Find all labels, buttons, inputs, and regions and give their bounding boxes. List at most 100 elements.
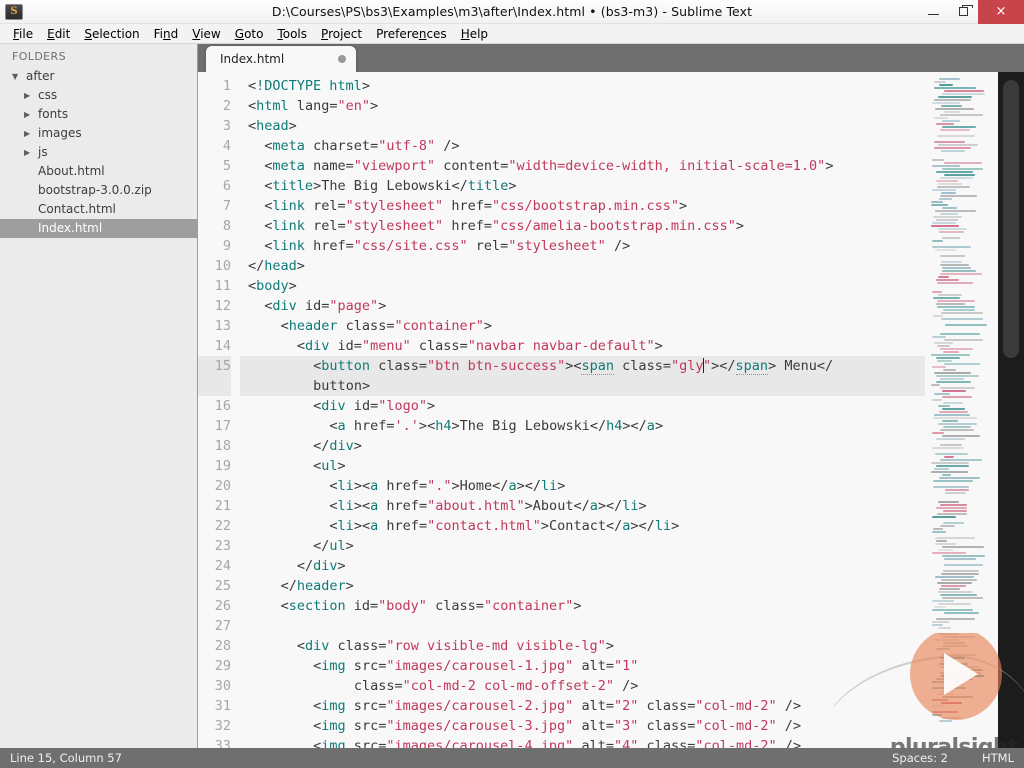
code-line[interactable]: <html lang="en">	[240, 96, 1024, 116]
minimap-line	[944, 174, 976, 176]
code-line[interactable]: <title>The Big Lebowski</title>	[240, 176, 1024, 196]
unsaved-changes-icon[interactable]	[338, 55, 346, 63]
code-text-area[interactable]: <!DOCTYPE html> <html lang="en"> <head> <m…	[240, 72, 1024, 748]
editor-pane[interactable]: 1 2 3 4 5 6 7 8 9 10 11 12 13 14 15 16 17 18 19 20 21 22 23 24…	[198, 72, 1024, 748]
chevron-right-icon[interactable]: ▶	[24, 124, 38, 143]
minimap-line	[936, 303, 966, 305]
folders-header: FOLDERS	[12, 50, 66, 63]
menu-item-edit[interactable]: Edit	[40, 24, 77, 44]
minimap-scrollbar-track[interactable]	[998, 72, 1024, 748]
menu-item-selection[interactable]: Selection	[77, 24, 146, 44]
menu-item-help[interactable]: Help	[454, 24, 495, 44]
syntax-status[interactable]: HTML	[982, 751, 1014, 765]
code-line[interactable]: <button class="btn btn-success"><span cl…	[240, 356, 1024, 376]
code-line[interactable]: <head>	[240, 116, 1024, 136]
restore-button[interactable]	[948, 0, 978, 24]
tree-file-bootstrap-3-0-0-zip[interactable]: bootstrap-3.0.0.zip	[0, 181, 197, 200]
minimap-line	[936, 507, 967, 509]
minimap-line	[938, 423, 977, 425]
code-line[interactable]: </header>	[240, 576, 1024, 596]
code-line[interactable]: <link href="css/site.css" rel="styleshee…	[240, 236, 1024, 256]
chevron-down-icon[interactable]: ▼	[12, 67, 26, 86]
code-line[interactable]: </div>	[240, 556, 1024, 576]
code-line[interactable]: <li><a href=".">Home</a></li>	[240, 476, 1024, 496]
code-line[interactable]	[240, 616, 1024, 636]
sidebar-file-tree: FOLDERS ▼ after ▶ css ▶ fonts ▶ images ▶ js About.…	[0, 44, 198, 748]
sublime-app-icon: S	[5, 3, 23, 20]
tab-index-html[interactable]: Index.html	[206, 46, 356, 72]
code-line[interactable]: <div id="menu" class="navbar navbar-defa…	[240, 336, 1024, 356]
code-line[interactable]: class="col-md-2 col-md-offset-2" />	[240, 676, 1024, 696]
scrollbar-thumb[interactable]	[1003, 80, 1019, 358]
minimap-line	[938, 144, 978, 146]
minimap-line	[940, 429, 974, 431]
minimap-line	[935, 375, 979, 377]
indentation-status[interactable]: Spaces: 2	[892, 751, 948, 765]
tree-folder-images[interactable]: ▶ images	[0, 124, 197, 143]
minimize-button[interactable]	[918, 0, 948, 24]
chevron-right-icon[interactable]: ▶	[24, 105, 38, 124]
minimap-line	[932, 246, 971, 248]
minimap[interactable]	[925, 72, 1024, 748]
minimap-line	[931, 609, 974, 611]
code-line[interactable]: <li><a href="about.html">About</a></li>	[240, 496, 1024, 516]
tree-file-contact-html[interactable]: Contact.html	[0, 200, 197, 219]
minimap-line	[931, 705, 944, 707]
minimap-line	[934, 147, 972, 149]
code-line[interactable]: <link rel="stylesheet" href="css/amelia-…	[240, 216, 1024, 236]
minimap-line	[936, 618, 975, 620]
code-line[interactable]: <section id="body" class="container">	[240, 596, 1024, 616]
minimap-line	[939, 231, 965, 233]
minimap-line	[933, 414, 970, 416]
menu-item-preferences[interactable]: Preferences	[369, 24, 454, 44]
code-line[interactable]: <div id="page">	[240, 296, 1024, 316]
line-number: 23	[214, 538, 231, 554]
menu-item-goto[interactable]: Goto	[228, 24, 271, 44]
code-line[interactable]: </div>	[240, 436, 1024, 456]
minimap-line	[939, 129, 970, 131]
code-line[interactable]: <div id="logo">	[240, 396, 1024, 416]
tree-item-label: About.html	[38, 164, 105, 178]
chevron-right-icon[interactable]: ▶	[24, 86, 38, 105]
code-line[interactable]: <li><a href="contact.html">Contact</a></…	[240, 516, 1024, 536]
code-line[interactable]: </ul>	[240, 536, 1024, 556]
close-button[interactable]: ×	[978, 0, 1024, 24]
code-line[interactable]: <!DOCTYPE html>	[240, 76, 1024, 96]
code-line[interactable]: <img src="images/carousel-3.jpg" alt="3"…	[240, 716, 1024, 736]
minimap-line	[938, 549, 954, 551]
menu-item-tools[interactable]: Tools	[270, 24, 314, 44]
code-line[interactable]: <header class="container">	[240, 316, 1024, 336]
minimap-line	[941, 675, 984, 677]
menu-item-project[interactable]: Project	[314, 24, 369, 44]
code-line[interactable]: <img src="images/carousel-4.jpg" alt="4"…	[240, 736, 1024, 748]
code-line[interactable]: button>	[240, 376, 1024, 396]
menu-item-find[interactable]: Find	[147, 24, 186, 44]
minimap-line	[943, 642, 966, 644]
minimap-line	[935, 210, 976, 212]
code-line[interactable]: <img src="images/carousel-1.jpg" alt="1"	[240, 656, 1024, 676]
code-line[interactable]: </head>	[240, 256, 1024, 276]
code-line[interactable]: <body>	[240, 276, 1024, 296]
minimap-line	[941, 696, 974, 698]
code-line[interactable]: <meta name="viewport" content="width=dev…	[240, 156, 1024, 176]
chevron-right-icon[interactable]: ▶	[24, 143, 38, 162]
tree-folder-css[interactable]: ▶ css	[0, 86, 197, 105]
minimap-line	[931, 201, 944, 203]
tree-folder-fonts[interactable]: ▶ fonts	[0, 105, 197, 124]
tree-folder-after[interactable]: ▼ after	[0, 67, 197, 86]
code-line[interactable]: <ul>	[240, 456, 1024, 476]
minimap-line	[932, 366, 946, 368]
minimap-line	[937, 693, 954, 695]
tree-file-index-html[interactable]: Index.html	[0, 219, 197, 238]
code-line[interactable]: <link rel="stylesheet" href="css/bootstr…	[240, 196, 1024, 216]
code-line[interactable]: <a href='.'><h4>The Big Lebowski</h4></a…	[240, 416, 1024, 436]
code-line[interactable]: <div class="row visible-md visible-lg">	[240, 636, 1024, 656]
code-line[interactable]: <img src="images/carousel-2.jpg" alt="2"…	[240, 696, 1024, 716]
tree-file-about-html[interactable]: About.html	[0, 162, 197, 181]
minimap-line	[942, 597, 983, 599]
menu-item-view[interactable]: View	[185, 24, 227, 44]
tree-folder-js[interactable]: ▶ js	[0, 143, 197, 162]
code-line[interactable]: <meta charset="utf-8" />	[240, 136, 1024, 156]
minimap-line	[942, 408, 966, 410]
menu-item-file[interactable]: File	[6, 24, 40, 44]
